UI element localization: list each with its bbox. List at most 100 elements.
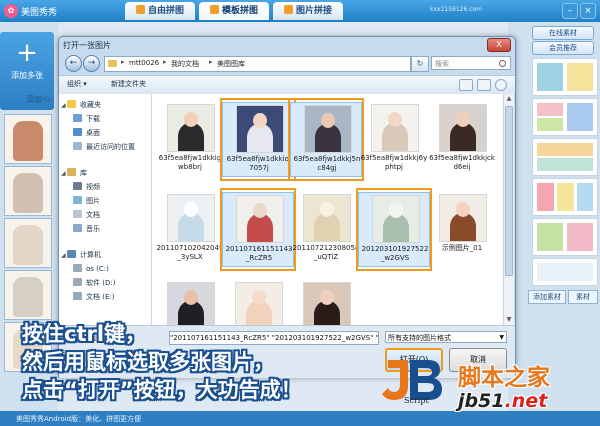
tab-image-join[interactable]: 图片拼接	[273, 2, 343, 20]
file-item[interactable]: 63f5ea8fjw1dkkj6yphtpj	[358, 102, 430, 177]
instruction-caption-line-1: 按住ctrl键，	[22, 322, 147, 346]
forward-button[interactable]: →	[83, 55, 100, 72]
file-name: 63f5ea8fjw1dkkj6yphtpj	[360, 154, 428, 171]
image-thumbnail	[303, 282, 351, 330]
file-item[interactable]: 63f5ea8fjw1dkkiof7057j	[222, 102, 294, 177]
nav-videos[interactable]: 视频	[73, 182, 100, 194]
file-item[interactable]: 201107161151143_RcZR5	[222, 192, 294, 267]
view-options-icon[interactable]	[459, 79, 473, 91]
template-tile[interactable]	[532, 138, 598, 176]
pictures-icon	[73, 196, 82, 204]
drive-icon	[73, 278, 82, 286]
organize-button[interactable]: 组织 ▾	[67, 79, 87, 89]
watermark-script-text: Script	[404, 396, 429, 405]
template-tile[interactable]	[532, 258, 598, 286]
online-material-button[interactable]: 在线素材	[532, 26, 594, 40]
dialog-close-button[interactable]: X	[487, 38, 511, 52]
image-thumbnail	[371, 104, 419, 152]
file-item[interactable]: 201107212308058_uQTiZ	[290, 192, 362, 267]
file-list-scrollbar[interactable]: ▲ ▼	[503, 94, 514, 325]
breadcrumb-segment[interactable]: 我的文档	[171, 59, 199, 69]
file-item[interactable]: 201107102042049_3ySLX	[154, 192, 226, 267]
material-button[interactable]: 素材	[568, 290, 598, 304]
back-button[interactable]: ←	[65, 55, 82, 72]
template-tile[interactable]	[532, 178, 598, 216]
tab-free-collage[interactable]: 自由拼图	[125, 2, 195, 20]
filename-input[interactable]: "201107161151143_RcZR5" "201203101927522…	[169, 331, 379, 345]
folder-icon	[108, 60, 117, 67]
nav-drive-d[interactable]: 软件 (D:)	[73, 278, 115, 290]
template-collage-icon	[209, 5, 219, 14]
image-thumbnail	[439, 104, 487, 152]
new-folder-button[interactable]: 新建文件夹	[111, 79, 146, 89]
nav-documents[interactable]: 文档	[73, 210, 100, 222]
filetype-select[interactable]: 所有支持的图片格式 ▼	[385, 331, 507, 343]
nav-drive-c[interactable]: os (C:)	[73, 264, 109, 276]
scroll-thumb[interactable]	[505, 106, 513, 276]
template-tile[interactable]	[532, 98, 598, 136]
chevron-right-icon: ▸	[209, 58, 213, 66]
file-list: 63f5ea8fjw1dkkigwb8brj 63f5ea8fjw1dkkiof7…	[152, 94, 503, 340]
help-icon[interactable]	[495, 79, 507, 91]
music-icon	[73, 224, 82, 232]
image-thumbnail	[236, 105, 284, 153]
image-thumbnail	[304, 105, 352, 153]
template-tile[interactable]	[532, 58, 598, 96]
search-icon	[499, 60, 506, 67]
navigation-row: ← → ▸ mtt0026 ▸ 我的文档 ▸ 美图图库 ↻ 搜索	[59, 53, 515, 75]
image-thumbnail	[372, 195, 420, 243]
image-thumbnail	[167, 104, 215, 152]
nav-downloads[interactable]: 下载	[73, 114, 100, 126]
image-thumbnail	[439, 194, 487, 242]
library-icon	[67, 168, 76, 176]
tab-template-collage[interactable]: 模板拼图	[199, 2, 269, 20]
left-thumbnail[interactable]	[4, 218, 52, 268]
file-name: 63f5ea8fjw1dkkigwb8brj	[158, 154, 222, 171]
nav-libraries[interactable]: ◢ 库	[61, 168, 87, 180]
file-name: 示例图片_01	[441, 244, 483, 252]
left-thumbnail[interactable]	[4, 114, 52, 164]
nav-computer[interactable]: ◢ 计算机	[61, 250, 101, 262]
file-name: 63f5ea8fjw1dkkjckd6eij	[429, 154, 495, 171]
scroll-down-icon[interactable]: ▼	[504, 315, 514, 325]
breadcrumb-segment[interactable]: 美图图库	[217, 59, 245, 69]
nav-desktop[interactable]: 桌面	[73, 128, 100, 140]
add-material-button[interactable]: 添加素材	[528, 290, 566, 304]
left-thumbnail[interactable]	[4, 270, 52, 320]
file-item[interactable]: 63f5ea8fjw1dkkigwb8brj	[154, 102, 226, 177]
nav-pictures[interactable]: 图片	[73, 196, 100, 208]
close-app-button[interactable]: ×	[580, 3, 596, 19]
file-item[interactable]: 63f5ea8fjw1dkkj5nc84gj	[290, 102, 362, 177]
free-collage-icon	[135, 5, 145, 14]
computer-icon	[67, 250, 76, 258]
breadcrumb-segment[interactable]: mtt0026	[129, 59, 159, 67]
minimize-button[interactable]: –	[562, 3, 578, 19]
app-title: 美图秀秀	[21, 8, 58, 18]
instruction-caption-line-3: 点击“打开”按钮，大功告成！	[22, 378, 302, 402]
search-input[interactable]: 搜索	[431, 56, 511, 70]
preview-pane-icon[interactable]	[477, 79, 491, 91]
nav-drive-e[interactable]: 文档 (E:)	[73, 292, 114, 304]
left-thumbnail[interactable]	[4, 166, 52, 216]
file-item[interactable]: 63f5ea8fjw1dkkjckd6eij	[426, 102, 498, 177]
nav-recent[interactable]: 最近访问的位置	[73, 142, 135, 154]
status-text: 美图秀秀Android版：美化、拼图更方便	[16, 415, 142, 423]
scroll-up-icon[interactable]: ▲	[504, 94, 514, 104]
member-recommend-button[interactable]: 会员推荐	[532, 41, 594, 55]
file-name: 63f5ea8fjw1dkkiof7057j	[226, 155, 292, 172]
address-bar[interactable]: ▸ mtt0026 ▸ 我的文档 ▸ 美图图库	[104, 56, 411, 72]
image-thumbnail	[236, 195, 284, 243]
image-join-icon	[283, 5, 293, 14]
refresh-button[interactable]: ↻	[411, 56, 429, 72]
nav-favorites[interactable]: ◢ 收藏夹	[61, 100, 101, 112]
drive-icon	[73, 264, 82, 272]
image-thumbnail	[167, 194, 215, 242]
file-item[interactable]: 示例图片_01	[426, 192, 498, 267]
image-thumbnail	[167, 282, 215, 330]
recent-places-icon	[73, 142, 82, 150]
nav-music[interactable]: 音乐	[73, 224, 100, 236]
file-item[interactable]: 201203101927522_w2GVS	[358, 192, 430, 267]
image-thumbnail	[235, 282, 283, 330]
image-thumbnail	[303, 194, 351, 242]
template-tile[interactable]	[532, 218, 598, 256]
